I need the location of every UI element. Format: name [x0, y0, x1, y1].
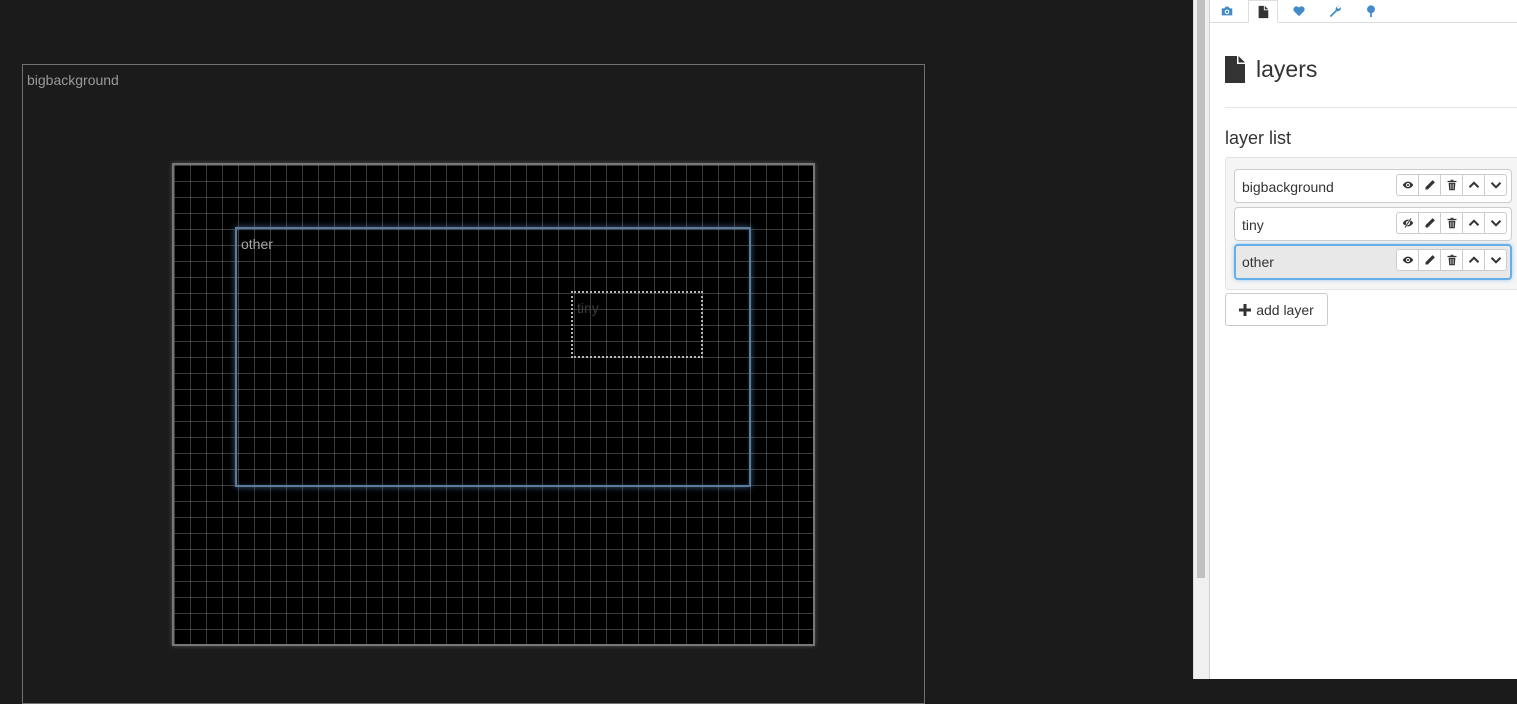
trash-icon [1447, 179, 1456, 191]
chevron-down-icon [1490, 257, 1501, 264]
stage-scrollbar[interactable] [1193, 0, 1209, 679]
layer-row-other[interactable]: other [1234, 244, 1512, 280]
delete-layer-button[interactable] [1440, 212, 1463, 234]
tree-icon [1367, 5, 1375, 18]
panel-title: layers [1225, 56, 1317, 83]
plus-icon [1239, 303, 1252, 316]
title-divider [1225, 107, 1517, 108]
delete-layer-button[interactable] [1440, 249, 1463, 271]
move-up-button[interactable] [1462, 174, 1485, 196]
layer-tiny[interactable]: tiny [571, 291, 703, 358]
chevron-down-icon [1490, 182, 1501, 189]
pencil-icon [1425, 180, 1435, 190]
toggle-visibility-button[interactable] [1396, 212, 1419, 234]
pencil-icon [1425, 255, 1435, 265]
move-down-button[interactable] [1484, 249, 1507, 271]
layer-row-name: tiny [1242, 217, 1264, 233]
layer-list: bigbackground tiny other [1225, 157, 1517, 290]
file-icon [1258, 5, 1269, 18]
tab-bar [1210, 0, 1517, 23]
edit-layer-button[interactable] [1418, 249, 1441, 271]
chevron-up-icon [1468, 181, 1479, 188]
edit-layer-button[interactable] [1418, 212, 1441, 234]
layer-label-other: other [241, 236, 273, 252]
add-layer-label: add layer [1256, 301, 1314, 318]
layer-row-name: bigbackground [1242, 179, 1334, 195]
delete-layer-button[interactable] [1440, 174, 1463, 196]
trash-icon [1447, 254, 1456, 266]
layer-row-actions [1396, 249, 1507, 271]
tab-tools[interactable] [1320, 0, 1350, 22]
chevron-down-icon [1490, 220, 1501, 227]
edit-layer-button[interactable] [1418, 174, 1441, 196]
tab-layers[interactable] [1248, 0, 1278, 23]
scrollbar-thumb[interactable] [1197, 0, 1205, 578]
layer-label-bigbackground: bigbackground [27, 72, 119, 88]
layer-row-name: other [1242, 254, 1274, 270]
add-layer-button[interactable]: add layer [1225, 293, 1328, 326]
camera-icon [1221, 6, 1233, 16]
tab-camera[interactable] [1212, 0, 1242, 22]
move-down-button[interactable] [1484, 174, 1507, 196]
eye-icon [1402, 181, 1413, 189]
toggle-visibility-button[interactable] [1396, 174, 1419, 196]
eye-icon [1402, 256, 1413, 264]
trash-icon [1447, 217, 1456, 229]
move-up-button[interactable] [1462, 212, 1485, 234]
eye-slash-icon [1402, 217, 1413, 229]
layer-row-actions [1396, 174, 1507, 196]
chevron-up-icon [1468, 219, 1479, 226]
wrench-icon [1329, 5, 1341, 18]
tab-tree[interactable] [1356, 0, 1386, 22]
file-icon [1225, 56, 1245, 83]
layer-label-tiny: tiny [577, 300, 599, 316]
side-panel: layers layer list bigbackground tiny oth… [1209, 0, 1517, 679]
layer-row-actions [1396, 212, 1507, 234]
canvas-stage[interactable]: bigbackground other tiny [0, 0, 1193, 704]
move-up-button[interactable] [1462, 249, 1485, 271]
move-down-button[interactable] [1484, 212, 1507, 234]
page-title: layers [1256, 56, 1318, 82]
pencil-icon [1425, 218, 1435, 228]
layer-row-bigbackground[interactable]: bigbackground [1234, 169, 1512, 203]
layer-list-title: layer list [1225, 128, 1292, 148]
layer-row-tiny[interactable]: tiny [1234, 207, 1512, 241]
toggle-visibility-button[interactable] [1396, 249, 1419, 271]
chevron-up-icon [1468, 256, 1479, 263]
tab-favorites[interactable] [1284, 0, 1314, 22]
heart-icon [1293, 6, 1305, 17]
